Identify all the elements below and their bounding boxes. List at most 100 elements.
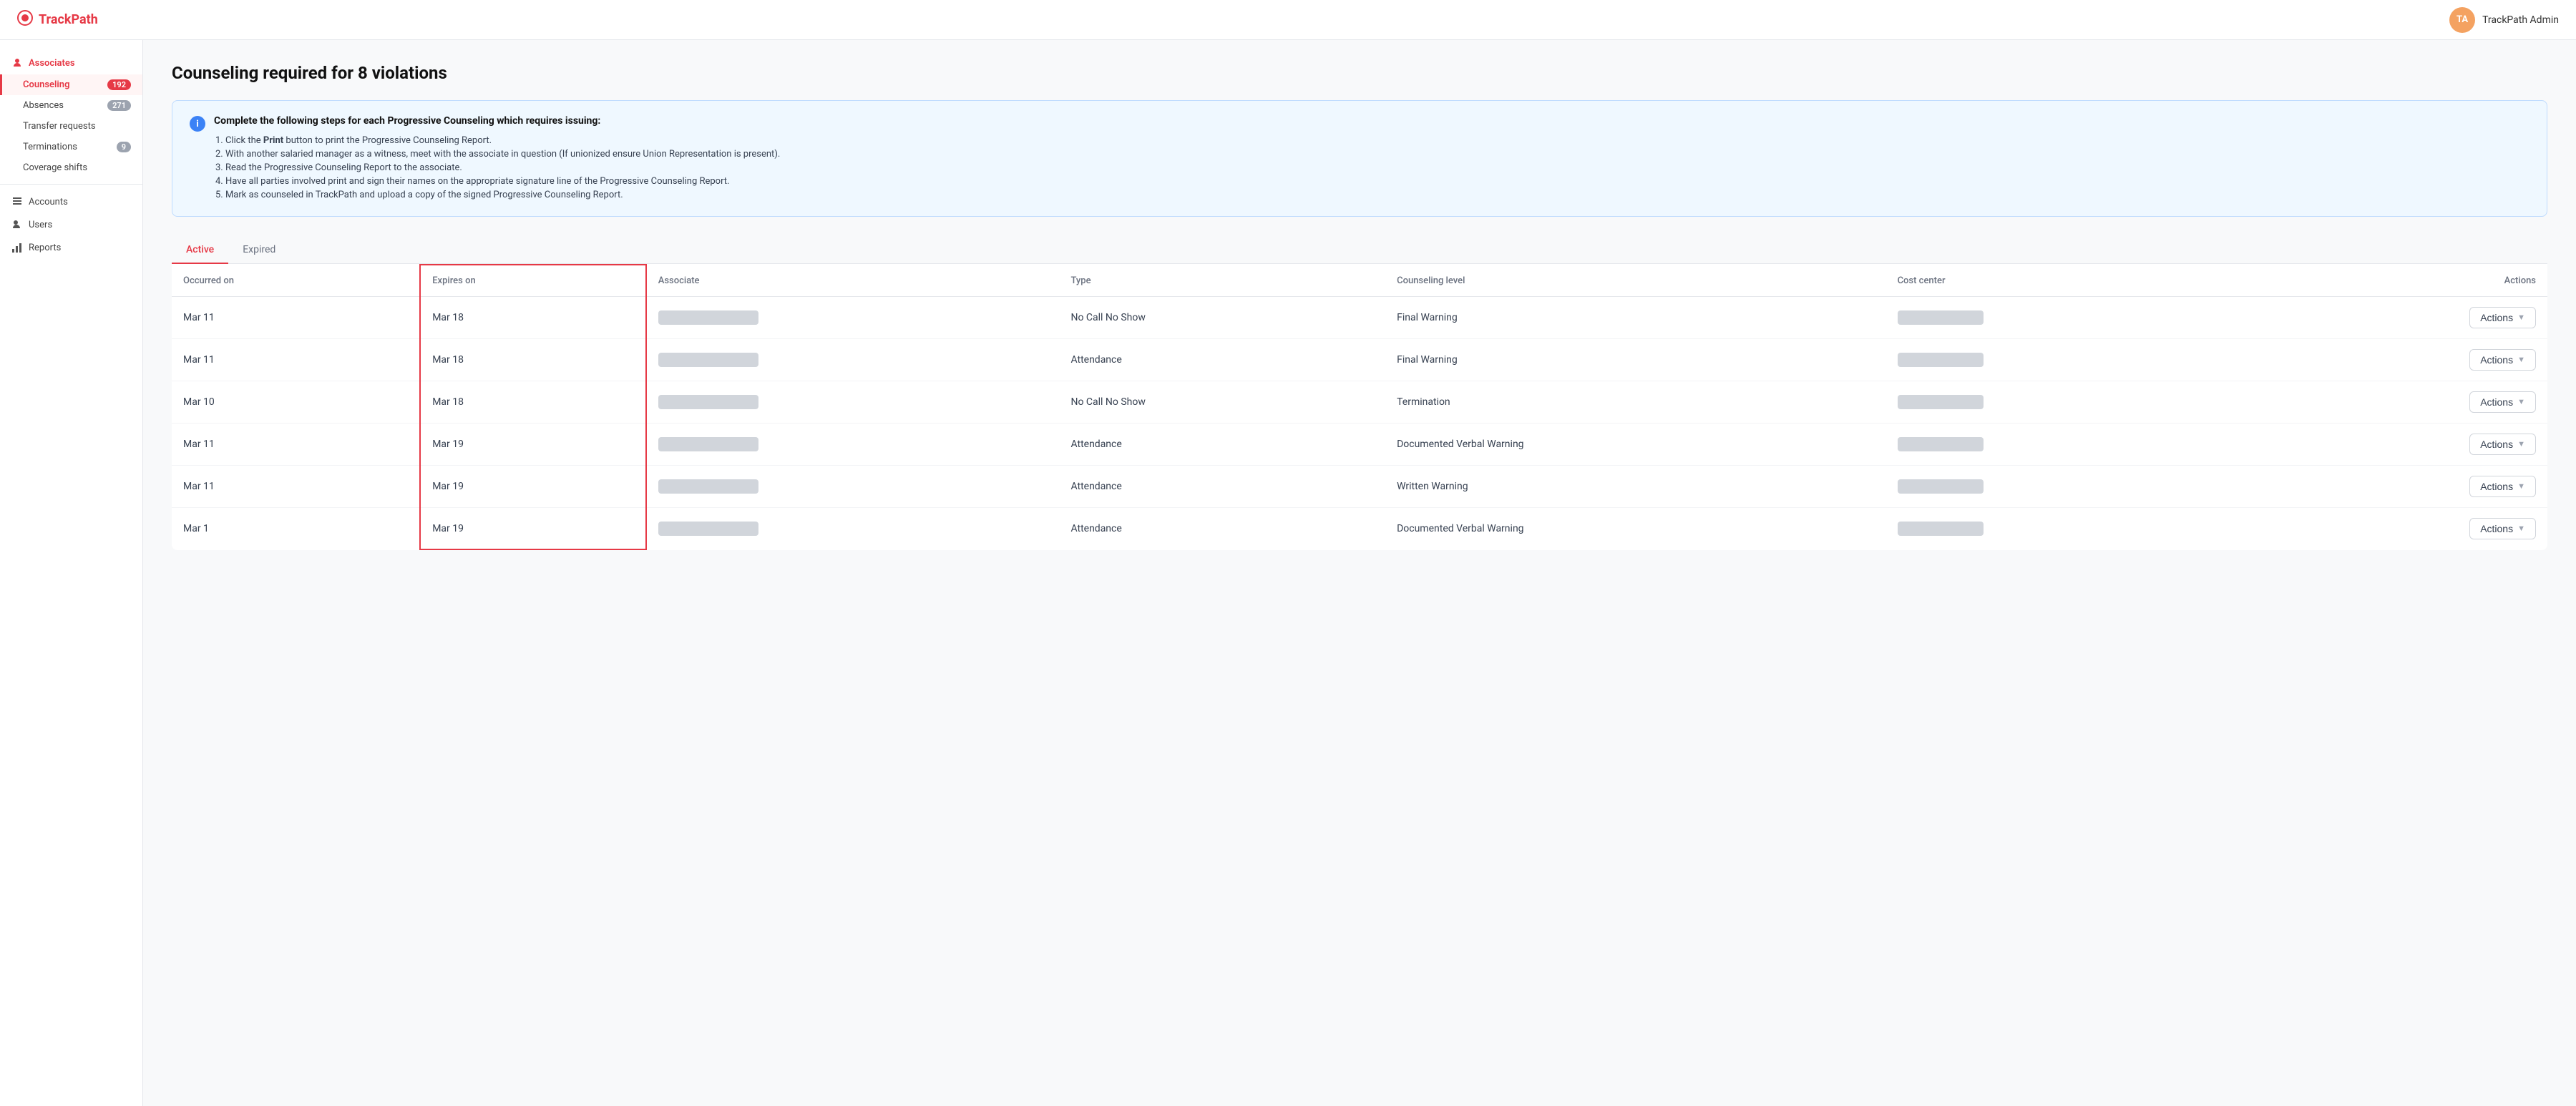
counseling-table: Occurred on Expires on Associate Type Co… — [172, 264, 2547, 550]
th-counseling-level: Counseling level — [1385, 265, 1885, 297]
person-icon — [11, 57, 23, 69]
sidebar-absences-badge: 271 — [107, 100, 131, 111]
cell-cost-center — [1886, 508, 2250, 550]
table-row: Mar 10 Mar 18 No Call No Show Terminatio… — [172, 381, 2547, 424]
sidebar-terminations-label: Terminations — [23, 142, 77, 152]
info-box-header: i Complete the following steps for each … — [190, 115, 2529, 202]
cell-associate — [646, 381, 1060, 424]
cell-actions: Actions ▼ — [2249, 381, 2547, 424]
sidebar-item-absences[interactable]: Absences 271 — [0, 95, 142, 116]
actions-button[interactable]: Actions ▼ — [2469, 307, 2536, 328]
chevron-down-icon: ▼ — [2517, 356, 2525, 364]
cell-actions: Actions ▼ — [2249, 424, 2547, 466]
cell-expires-on: Mar 19 — [420, 466, 646, 508]
actions-button[interactable]: Actions ▼ — [2469, 349, 2536, 371]
page-title: Counseling required for 8 violations — [172, 63, 2547, 83]
cell-actions: Actions ▼ — [2249, 339, 2547, 381]
info-icon: i — [190, 116, 205, 132]
chevron-down-icon: ▼ — [2517, 524, 2525, 533]
info-step-5: 5. Mark as counseled in TrackPath and up… — [215, 188, 780, 202]
th-type: Type — [1059, 265, 1385, 297]
actions-button[interactable]: Actions ▼ — [2469, 391, 2536, 413]
sidebar-item-counseling[interactable]: Counseling 192 — [0, 74, 142, 95]
actions-label: Actions — [2480, 523, 2513, 534]
cell-type: Attendance — [1059, 466, 1385, 508]
sidebar-item-accounts[interactable]: Accounts — [0, 190, 142, 213]
th-associate: Associate — [646, 265, 1060, 297]
sidebar-item-reports[interactable]: Reports — [0, 236, 142, 259]
cell-expires-on: Mar 19 — [420, 508, 646, 550]
cell-occurred-on: Mar 11 — [172, 466, 420, 508]
user-area: TA TrackPath Admin — [2449, 7, 2559, 33]
actions-button[interactable]: Actions ▼ — [2469, 476, 2536, 497]
sidebar-item-terminations[interactable]: Terminations 9 — [0, 137, 142, 157]
actions-button[interactable]: Actions ▼ — [2469, 518, 2536, 539]
sidebar-associates-section: Associates Counseling 192 Absences 271 T… — [0, 52, 142, 178]
tab-active[interactable]: Active — [172, 237, 228, 264]
actions-label: Actions — [2480, 312, 2513, 323]
table-row: Mar 11 Mar 19 Attendance Documented Verb… — [172, 424, 2547, 466]
sidebar-coverage-label: Coverage shifts — [23, 162, 87, 173]
actions-label: Actions — [2480, 354, 2513, 366]
cell-associate — [646, 466, 1060, 508]
print-bold: Print — [263, 135, 283, 146]
table-body: Mar 11 Mar 18 No Call No Show Final Warn… — [172, 297, 2547, 550]
cell-actions: Actions ▼ — [2249, 508, 2547, 550]
cell-cost-center — [1886, 381, 2250, 424]
cell-counseling-level: Final Warning — [1385, 297, 1885, 339]
sidebar-divider-1 — [0, 184, 142, 185]
sidebar-associates-header[interactable]: Associates — [0, 52, 142, 74]
cell-cost-center — [1886, 424, 2250, 466]
actions-button[interactable]: Actions ▼ — [2469, 434, 2536, 455]
info-box-steps: 1. Click the Print button to print the P… — [214, 134, 780, 202]
cell-associate — [646, 508, 1060, 550]
sidebar-item-coverage-shifts[interactable]: Coverage shifts — [0, 157, 142, 178]
cell-actions: Actions ▼ — [2249, 466, 2547, 508]
cell-occurred-on: Mar 11 — [172, 424, 420, 466]
table-wrapper: Occurred on Expires on Associate Type Co… — [172, 264, 2547, 550]
info-step-3: 3. Read the Progressive Counseling Repor… — [215, 161, 780, 175]
cell-expires-on: Mar 19 — [420, 424, 646, 466]
logo: TrackPath — [17, 10, 98, 29]
cell-expires-on: Mar 18 — [420, 381, 646, 424]
table-row: Mar 1 Mar 19 Attendance Documented Verba… — [172, 508, 2547, 550]
users-icon — [11, 219, 23, 230]
th-actions: Actions — [2249, 265, 2547, 297]
cell-cost-center — [1886, 466, 2250, 508]
actions-label: Actions — [2480, 481, 2513, 492]
info-box: i Complete the following steps for each … — [172, 100, 2547, 217]
cell-expires-on: Mar 18 — [420, 339, 646, 381]
th-cost-center: Cost center — [1886, 265, 2250, 297]
tab-expired[interactable]: Expired — [228, 237, 290, 264]
cell-counseling-level: Documented Verbal Warning — [1385, 508, 1885, 550]
cell-type: Attendance — [1059, 424, 1385, 466]
accounts-icon — [11, 196, 23, 207]
cell-associate — [646, 339, 1060, 381]
reports-icon — [11, 242, 23, 253]
cell-counseling-level: Documented Verbal Warning — [1385, 424, 1885, 466]
cell-type: Attendance — [1059, 339, 1385, 381]
cell-occurred-on: Mar 10 — [172, 381, 420, 424]
chevron-down-icon: ▼ — [2517, 398, 2525, 406]
table-row: Mar 11 Mar 18 Attendance Final Warning A… — [172, 339, 2547, 381]
tabs: Active Expired — [172, 237, 2547, 264]
table-row: Mar 11 Mar 18 No Call No Show Final Warn… — [172, 297, 2547, 339]
avatar: TA — [2449, 7, 2475, 33]
sidebar-counseling-badge: 192 — [107, 79, 131, 90]
sidebar-associates-label: Associates — [29, 58, 75, 69]
cell-counseling-level: Final Warning — [1385, 339, 1885, 381]
chevron-down-icon: ▼ — [2517, 440, 2525, 449]
info-step-1: 1. Click the Print button to print the P… — [215, 134, 780, 147]
info-step-4: 4. Have all parties involved print and s… — [215, 175, 780, 188]
main-area: Associates Counseling 192 Absences 271 T… — [0, 40, 2576, 1106]
cell-occurred-on: Mar 11 — [172, 297, 420, 339]
sidebar-item-users[interactable]: Users — [0, 213, 142, 236]
sidebar-accounts-label: Accounts — [29, 197, 68, 207]
actions-label: Actions — [2480, 439, 2513, 450]
sidebar-reports-label: Reports — [29, 243, 61, 253]
logo-icon — [17, 10, 33, 29]
sidebar-item-transfer-requests[interactable]: Transfer requests — [0, 116, 142, 137]
app-container: TrackPath TA TrackPath Admin Associates … — [0, 0, 2576, 1106]
sidebar: Associates Counseling 192 Absences 271 T… — [0, 40, 143, 1106]
actions-label: Actions — [2480, 396, 2513, 408]
